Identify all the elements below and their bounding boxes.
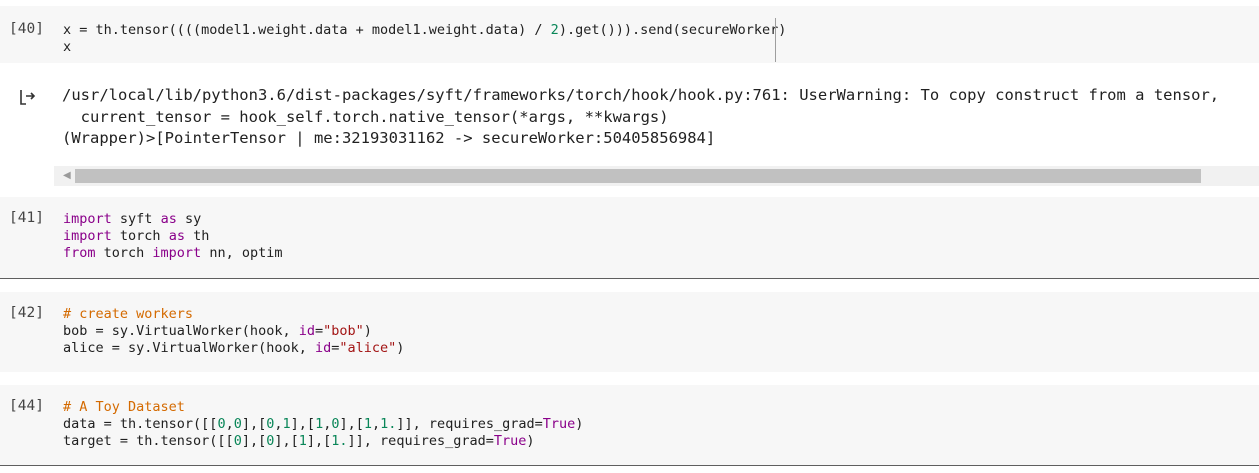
scroll-left-arrow-icon[interactable]: ◀ (63, 170, 71, 181)
code-span: target = th.tensor([[0],[0],[1],[1.]], r… (63, 433, 535, 449)
output-line: /usr/local/lib/python3.6/dist-packages/s… (62, 86, 1220, 104)
code-span: import syft as sy (63, 211, 202, 227)
execution-count-44: [44] (9, 398, 44, 414)
cell-divider (0, 465, 1259, 466)
output-line: (Wrapper)>[PointerTensor | me:3219303116… (62, 129, 716, 147)
code-line: from torch import nn, optim (63, 245, 282, 262)
cell-divider (0, 278, 1259, 279)
code-span: import torch as th (63, 228, 210, 244)
code-number: 0 (266, 416, 275, 432)
code-keyword: from (63, 245, 96, 261)
code-number: 2 (550, 22, 559, 38)
code-number: 1 (315, 416, 324, 432)
code-line: x = th.tensor((((model1.weight.data + mo… (63, 22, 786, 39)
code-line: # create workers (63, 306, 193, 323)
code-line: data = th.tensor([[0,0],[0,1],[1,0],[1,1… (63, 416, 583, 433)
code-keyword: import (63, 211, 112, 227)
code-span: # A Toy Dataset (63, 399, 185, 415)
code-span: x (63, 39, 72, 55)
code-keyword: import (63, 228, 112, 244)
code-number: 0 (266, 433, 275, 449)
code-span: from torch import nn, optim (63, 245, 283, 261)
code-number: 1. (331, 433, 348, 449)
scrollbar-thumb[interactable] (75, 169, 1201, 183)
code-string: "alice" (339, 340, 397, 356)
code-keyword: as (168, 228, 185, 244)
code-keyword-arg: id (298, 323, 315, 339)
code-span: # create workers (63, 306, 193, 322)
output-line: current_tensor = hook_self.torch.native_… (62, 108, 669, 126)
code-comment: # create workers (63, 306, 194, 322)
execution-count-41: [41] (9, 210, 44, 226)
text-cursor (775, 18, 776, 62)
code-number: 0 (233, 433, 242, 449)
code-number: 1. (380, 416, 397, 432)
code-line: import torch as th (63, 228, 209, 245)
code-span: data = th.tensor([[0,0],[0,1],[1,0],[1,1… (63, 416, 584, 432)
code-keyword: as (160, 211, 177, 227)
code-number: 1 (363, 416, 373, 432)
code-number: 0 (331, 416, 340, 432)
code-keyword-arg: id (314, 340, 332, 356)
code-line: x (63, 39, 71, 56)
code-line: alice = sy.VirtualWorker(hook, id="alice… (63, 340, 404, 357)
code-string: "bob" (323, 323, 364, 339)
code-span: x = th.tensor((((model1.weight.data + mo… (63, 22, 787, 38)
code-keyword: import (152, 245, 202, 261)
code-line: target = th.tensor([[0],[0],[1],[1.]], r… (63, 433, 535, 450)
code-span: bob = sy.VirtualWorker(hook, id="bob") (63, 323, 372, 339)
code-number: 0 (217, 416, 226, 432)
code-line: import syft as sy (63, 211, 201, 228)
execution-count-42: [42] (9, 305, 44, 321)
code-number: 1 (282, 416, 291, 432)
code-number: 0 (233, 416, 242, 432)
execution-count-40: [40] (9, 21, 44, 37)
code-comment: # A Toy Dataset (63, 399, 185, 415)
code-span: alice = sy.VirtualWorker(hook, id="alice… (63, 340, 405, 356)
code-constant: True (493, 433, 527, 449)
code-constant: True (542, 416, 576, 432)
code-number: 1 (298, 433, 307, 449)
code-line: bob = sy.VirtualWorker(hook, id="bob") (63, 323, 372, 340)
output-arrow-icon[interactable] (19, 88, 37, 106)
code-line: # A Toy Dataset (63, 399, 185, 416)
output-horizontal-scrollbar[interactable]: ◀ (54, 166, 1259, 186)
